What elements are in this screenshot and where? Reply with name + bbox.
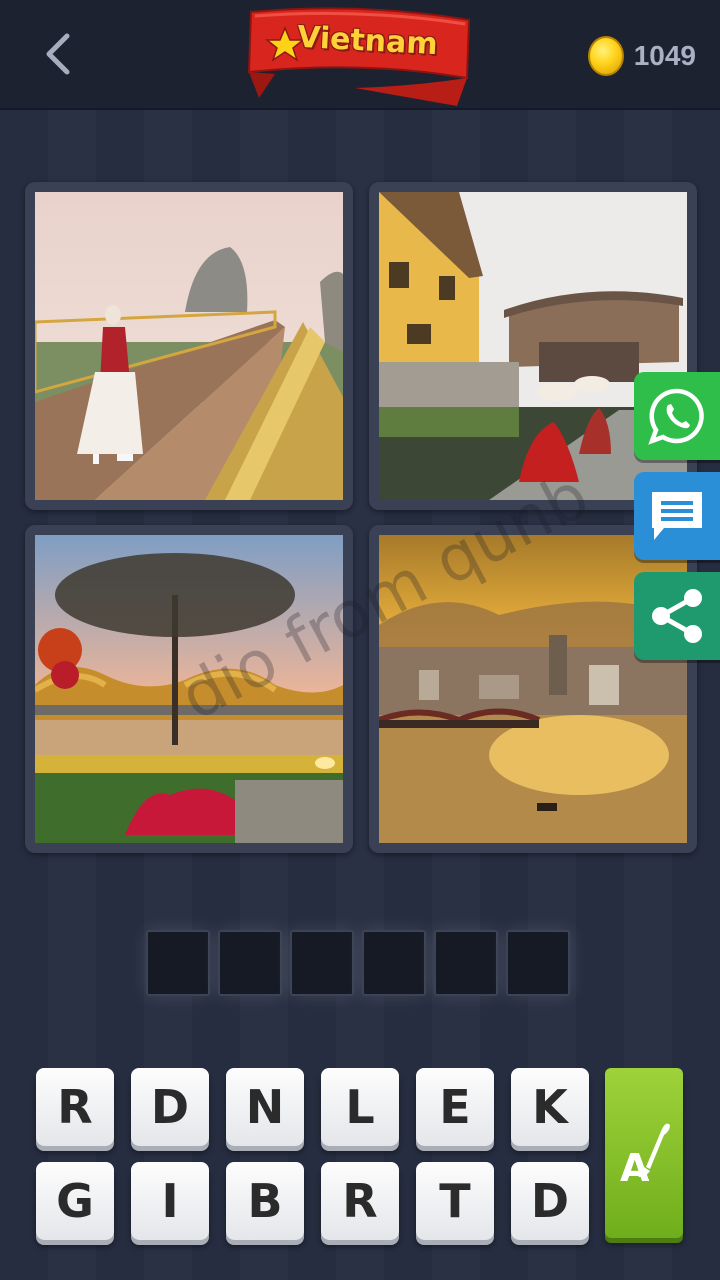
photo-dragon-bridge [35,535,343,843]
coin-balance[interactable]: 1049 [587,34,696,78]
back-button[interactable] [36,30,80,78]
answer-slot[interactable] [218,930,282,996]
top-bar: Vietnam 1049 [0,0,720,110]
letter-key[interactable]: R [36,1068,114,1146]
letter-key[interactable]: B [226,1162,304,1240]
coin-count: 1049 [633,40,696,71]
whatsapp-button[interactable] [634,372,720,460]
letter-key[interactable]: T [416,1162,494,1240]
letter-key[interactable]: D [511,1162,589,1240]
message-button[interactable] [634,472,720,560]
letter-key[interactable]: N [226,1068,304,1146]
coin-icon [587,36,624,76]
letter-key[interactable]: I [131,1162,209,1240]
whatsapp-icon [648,388,704,445]
magic-brush-icon: A [620,1123,670,1190]
share-icon [652,589,702,643]
letter-key[interactable]: R [321,1162,399,1240]
photo-golden-bridge [35,192,343,500]
message-icon [652,492,702,540]
letter-key[interactable]: E [416,1068,494,1146]
answer-slot[interactable] [290,930,354,996]
photo-tile-dragon-bridge[interactable] [25,525,353,853]
answer-slot[interactable] [506,930,570,996]
category-title: Vietnam [296,19,439,63]
letter-key[interactable]: D [131,1068,209,1146]
letter-key[interactable]: L [321,1068,399,1146]
answer-slot[interactable] [362,930,426,996]
answer-slot[interactable] [434,930,498,996]
answer-slot[interactable] [146,930,210,996]
answer-slots [146,930,570,996]
photo-tile-golden-bridge[interactable] [25,182,353,510]
chevron-left-icon [46,33,70,75]
letter-key[interactable]: K [511,1068,589,1146]
photo-tile-hoi-an[interactable] [369,182,697,510]
share-button[interactable] [634,572,720,660]
hint-button[interactable]: A [605,1068,683,1238]
letter-key[interactable]: G [36,1162,114,1240]
category-banner: Vietnam [245,2,475,110]
